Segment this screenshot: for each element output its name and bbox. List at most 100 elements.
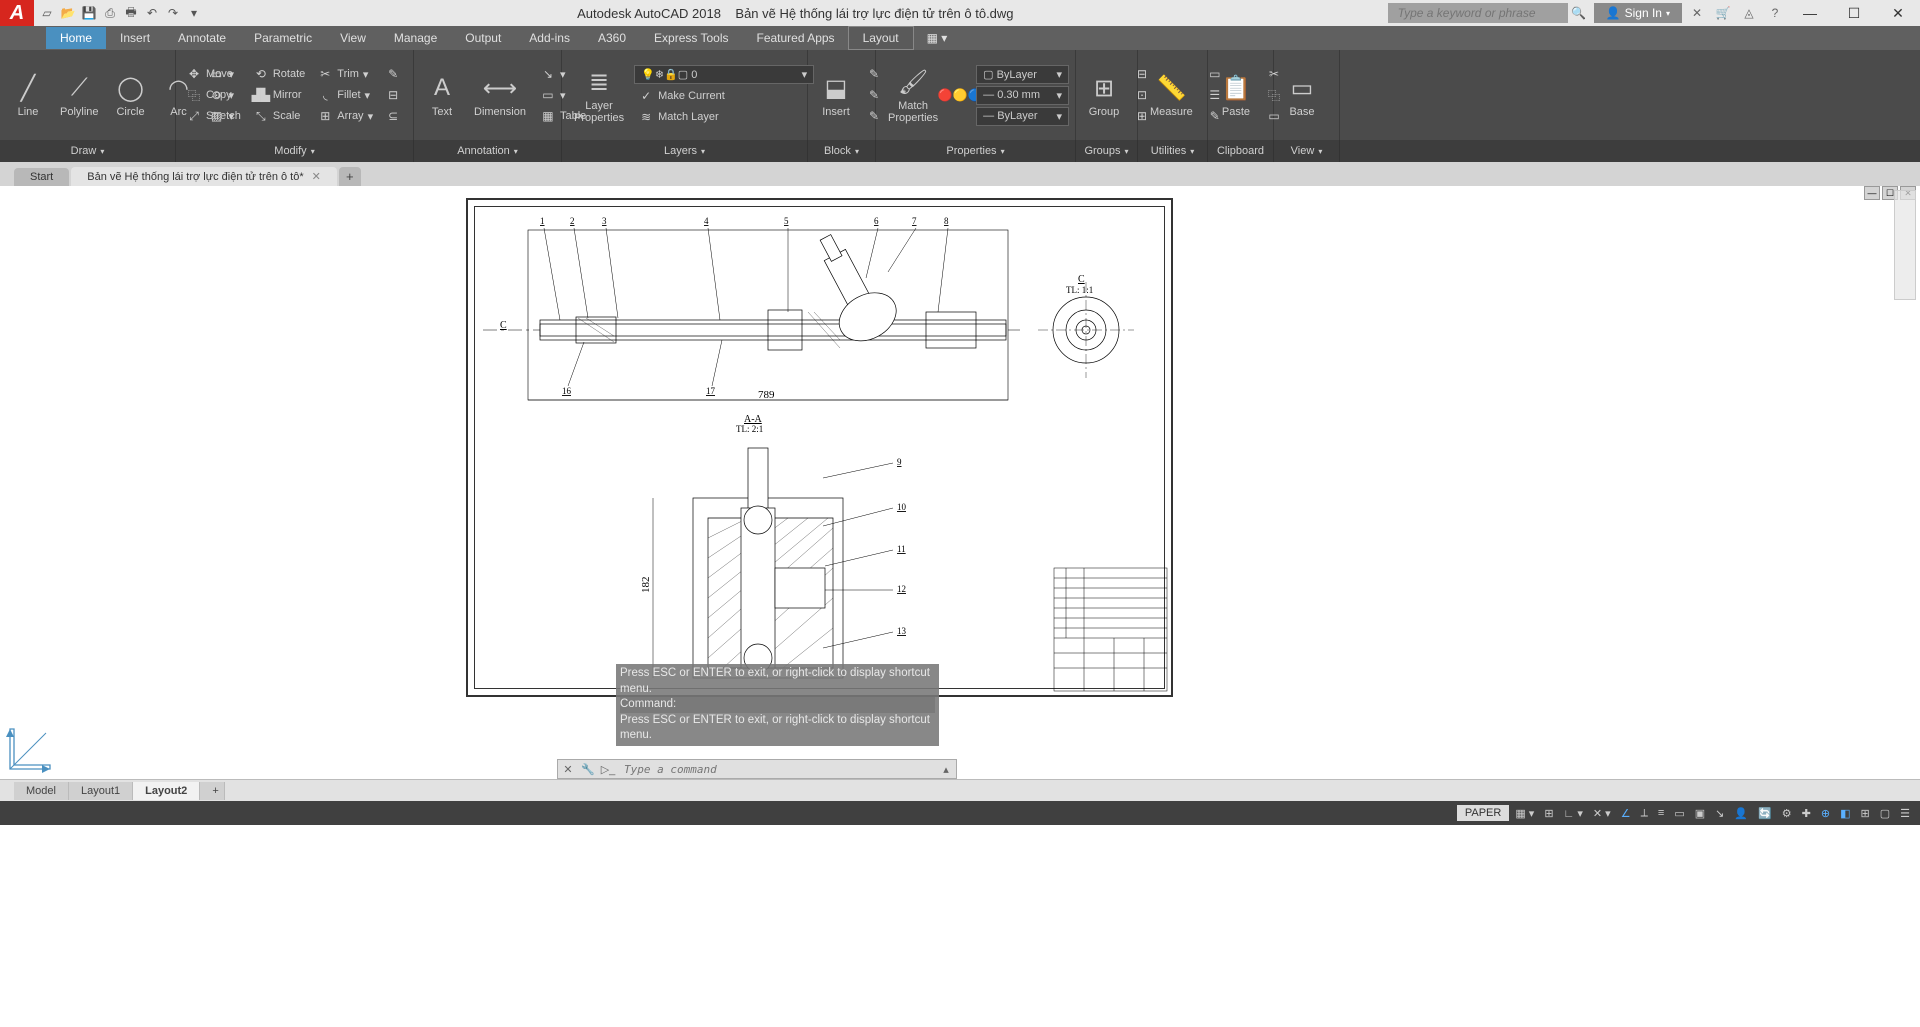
status-lw-icon[interactable]: ≡ <box>1654 805 1668 821</box>
dimension-button[interactable]: ⟷Dimension <box>468 70 532 120</box>
saveas-icon[interactable]: ⎙ <box>101 4 119 22</box>
status-grid-icon[interactable]: ▦ ▾ <box>1511 805 1538 822</box>
undo-icon[interactable]: ↶ <box>143 4 161 22</box>
minimize-button[interactable]: — <box>1790 0 1830 26</box>
status-hw-icon[interactable]: ⊞ <box>1857 805 1874 822</box>
save-icon[interactable]: 💾 <box>80 4 98 22</box>
status-ws-icon[interactable]: ⊕ <box>1817 805 1834 822</box>
status-paper[interactable]: PAPER <box>1457 805 1509 821</box>
tab-manage[interactable]: Manage <box>380 27 451 49</box>
close-button[interactable]: ✕ <box>1878 0 1918 26</box>
scale-button[interactable]: ⤡Scale <box>249 107 309 125</box>
label-utilities[interactable]: Utilities▾ <box>1138 140 1208 162</box>
new-icon[interactable]: ▱ <box>38 4 56 22</box>
label-layers[interactable]: Layers▾ <box>562 140 808 162</box>
label-modify[interactable]: Modify▾ <box>176 140 414 162</box>
copy-button[interactable]: ⿻Copy <box>182 86 245 104</box>
matchprops-button[interactable]: 🖌Match Properties <box>882 64 944 126</box>
command-input[interactable] <box>618 763 936 776</box>
tab-addins[interactable]: Add-ins <box>515 27 584 49</box>
group-button[interactable]: ⊞Group <box>1082 70 1126 120</box>
status-gizmo-icon[interactable]: ↘ <box>1711 805 1728 822</box>
text-button[interactable]: AText <box>420 70 464 120</box>
label-annotation[interactable]: Annotation▾ <box>414 140 562 162</box>
tab-output[interactable]: Output <box>451 27 515 49</box>
tab-home[interactable]: Home <box>46 27 106 49</box>
search-input[interactable] <box>1388 3 1568 23</box>
linetype-dropdown[interactable]: — ByLayer▾ <box>976 107 1069 126</box>
print-icon[interactable]: 🖶 <box>122 4 140 22</box>
status-scale-icon[interactable]: 👤 <box>1730 805 1752 822</box>
layer-dropdown[interactable]: 💡❄🔒▢ 0▾ <box>634 65 814 84</box>
status-sel-icon[interactable]: ▣ <box>1691 805 1709 822</box>
qat-dropdown-icon[interactable]: ▾ <box>185 4 203 22</box>
tab-featured[interactable]: Featured Apps <box>743 27 849 49</box>
label-properties[interactable]: Properties▾ <box>876 140 1076 162</box>
help-icon[interactable]: ? <box>1764 2 1786 24</box>
tab-insert[interactable]: Insert <box>106 27 164 49</box>
color-swatch[interactable]: 🔴🟡🔵 <box>948 86 972 104</box>
label-clipboard[interactable]: Clipboard <box>1208 140 1274 162</box>
tab-parametric[interactable]: Parametric <box>240 27 326 49</box>
status-snap-icon[interactable]: ⊞ <box>1540 805 1557 822</box>
status-polar-icon[interactable]: ✕ ▾ <box>1589 805 1615 822</box>
layout-tab-1[interactable]: Layout1 <box>69 782 133 800</box>
label-block[interactable]: Block▾ <box>808 140 876 162</box>
redo-icon[interactable]: ↷ <box>164 4 182 22</box>
tab-layout[interactable]: Layout <box>849 27 913 49</box>
layout-tab-model[interactable]: Model <box>14 782 69 800</box>
status-otrack-icon[interactable]: ⟂ <box>1637 805 1652 822</box>
file-tab-start[interactable]: Start <box>14 168 69 186</box>
binoculars-icon[interactable]: 🔍 <box>1568 2 1590 24</box>
status-annoscale-icon[interactable]: 🔄 <box>1754 805 1776 822</box>
cmd-close-icon[interactable]: ✕ <box>558 763 578 776</box>
status-clean-icon[interactable]: ▢ <box>1876 805 1894 822</box>
vp-min-icon[interactable]: — <box>1864 186 1880 200</box>
tab-extra-icon[interactable]: ▦ ▾ <box>913 27 962 49</box>
circle-button[interactable]: ◯Circle <box>109 70 153 120</box>
trim-button[interactable]: ✂Trim ▾ <box>313 65 377 83</box>
status-iso-icon[interactable]: ◧ <box>1836 805 1854 822</box>
modify-extra2[interactable]: ⊟ <box>381 86 405 104</box>
label-groups[interactable]: Groups▾ <box>1076 140 1138 162</box>
base-button[interactable]: ▭Base <box>1280 70 1324 120</box>
layout-tab-add[interactable]: + <box>200 782 225 800</box>
mirror-button[interactable]: ▟▙Mirror <box>249 86 309 104</box>
color-dropdown[interactable]: ▢ ByLayer▾ <box>976 65 1069 84</box>
file-tab-drawing[interactable]: Bản vẽ Hệ thống lái trợ lực điện tử trên… <box>71 167 337 186</box>
label-draw[interactable]: Draw▾ <box>0 140 176 162</box>
layerprops-button[interactable]: ≣Layer Properties <box>568 64 630 126</box>
modify-extra1[interactable]: ✎ <box>381 65 405 83</box>
make-current-button[interactable]: ✓Make Current <box>634 87 814 105</box>
navigation-bar[interactable] <box>1894 190 1916 300</box>
status-ortho-icon[interactable]: ∟ ▾ <box>1560 805 1587 822</box>
drawing-canvas[interactable]: — ☐ ✕ <box>0 186 1920 779</box>
status-plus-icon[interactable]: ✚ <box>1798 805 1815 822</box>
measure-button[interactable]: 📏Measure <box>1144 70 1199 120</box>
cmd-expand-icon[interactable]: ▴ <box>936 763 956 776</box>
move-button[interactable]: ✥Move <box>182 65 245 83</box>
match-layer-button[interactable]: ≋Match Layer <box>634 108 814 126</box>
add-tab-button[interactable]: + <box>339 167 361 186</box>
status-units-icon[interactable]: ⚙ <box>1778 805 1796 822</box>
lineweight-dropdown[interactable]: — 0.30 mm▾ <box>976 86 1069 105</box>
maximize-button[interactable]: ☐ <box>1834 0 1874 26</box>
close-tab-icon[interactable]: ✕ <box>312 170 321 183</box>
cmd-wrench-icon[interactable]: 🔧 <box>578 763 598 776</box>
cart-icon[interactable]: 🛒 <box>1712 2 1734 24</box>
insert-button[interactable]: ⬓Insert <box>814 70 858 120</box>
stretch-button[interactable]: ⤢Stretch <box>182 107 245 125</box>
tab-a360[interactable]: A360 <box>584 27 640 49</box>
status-osnap-icon[interactable]: ∠ <box>1617 805 1635 822</box>
status-trans-icon[interactable]: ▭ <box>1670 805 1688 822</box>
polyline-button[interactable]: ⟋Polyline <box>54 70 105 120</box>
modify-extra3[interactable]: ⊆ <box>381 107 405 125</box>
layout-tab-2[interactable]: Layout2 <box>133 782 200 800</box>
app-logo[interactable]: A <box>0 0 34 26</box>
autodesk-icon[interactable]: ◬ <box>1738 2 1760 24</box>
tab-view[interactable]: View <box>326 27 380 49</box>
array-button[interactable]: ⊞Array ▾ <box>313 107 377 125</box>
status-custom-icon[interactable]: ☰ <box>1896 805 1914 822</box>
line-button[interactable]: ╱Line <box>6 70 50 120</box>
fillet-button[interactable]: ◟Fillet ▾ <box>313 86 377 104</box>
